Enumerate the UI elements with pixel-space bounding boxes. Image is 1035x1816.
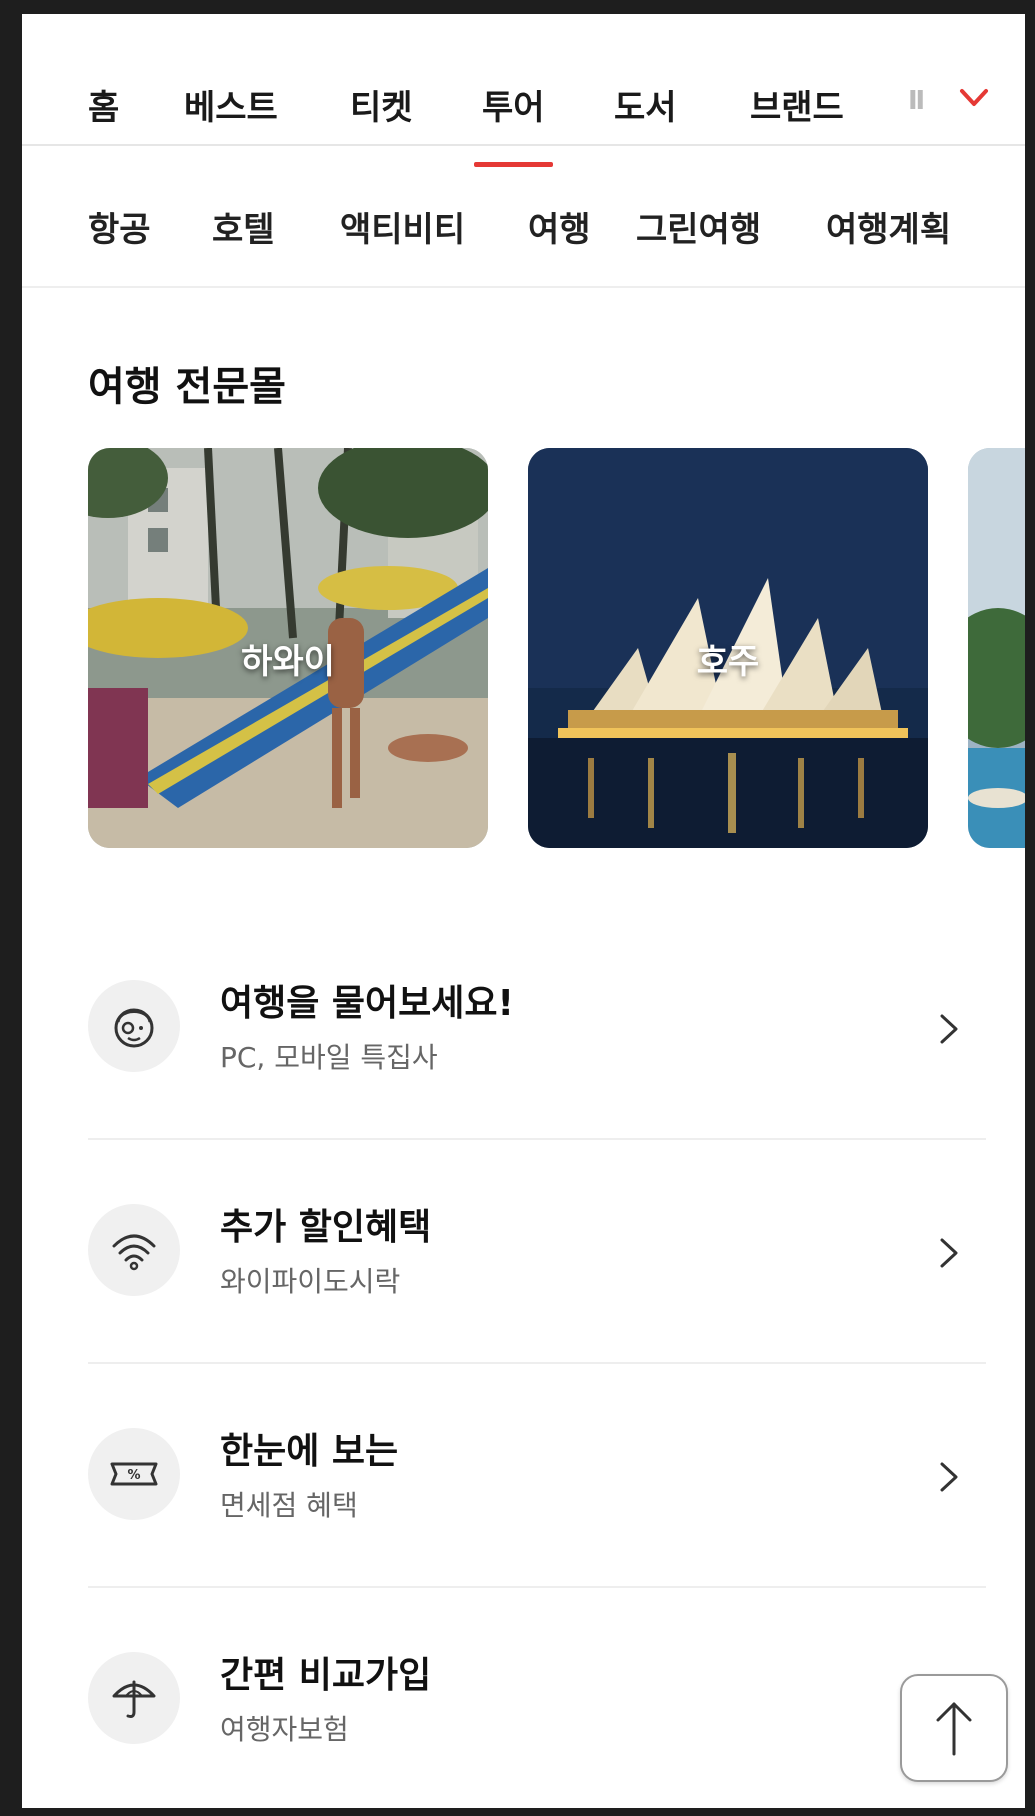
list-item-subtitle: 면세점 혜택 xyxy=(220,1489,358,1522)
app-screen: 홈 베스트 티켓 투어 도서 브랜드 Ⅱ 항공 호텔 액티비티 여행 그린여행 … xyxy=(22,14,1025,1808)
sub-item-green-travel[interactable]: 그린여행 xyxy=(636,202,761,251)
scroll-to-top-button[interactable] xyxy=(900,1674,1008,1782)
destination-card-hawaii[interactable]: 하와이 xyxy=(88,448,488,848)
list-item-title: 추가 할인혜택 xyxy=(220,1207,432,1248)
top-category-nav: 홈 베스트 티켓 투어 도서 브랜드 Ⅱ xyxy=(22,14,1025,167)
divider xyxy=(88,1586,986,1588)
sub-item-hotel[interactable]: 호텔 xyxy=(212,202,275,251)
list-item-ask-travel[interactable]: 여행을 물어보세요! PC, 모바일 특집사 xyxy=(88,938,986,1118)
card-label: 하와이 xyxy=(241,642,335,682)
list-item-insurance[interactable]: 간편 비교가입 여행자보험 xyxy=(88,1610,986,1790)
resort-pool-image xyxy=(968,448,1025,848)
tab-best[interactable]: 베스트 xyxy=(184,80,278,129)
tab-books[interactable]: 도서 xyxy=(614,80,677,129)
tab-tour[interactable]: 투어 xyxy=(474,80,553,167)
arrow-up-icon xyxy=(936,1702,972,1756)
card-label: 호주 xyxy=(696,642,760,682)
chevron-right-icon xyxy=(940,1014,958,1044)
tab-overflow-cut[interactable]: Ⅱ xyxy=(908,86,925,116)
divider xyxy=(88,1138,986,1140)
umbrella-icon xyxy=(88,1652,180,1744)
sub-category-nav: 항공 호텔 액티비티 여행 그린여행 여행계획 xyxy=(22,146,1025,288)
chevron-down-icon[interactable] xyxy=(954,78,994,118)
destination-card-partial[interactable] xyxy=(968,448,1025,848)
divider xyxy=(88,1362,986,1364)
sub-item-activity[interactable]: 액티비티 xyxy=(340,202,465,251)
list-item-title: 여행을 물어보세요! xyxy=(220,983,514,1024)
chevron-right-icon xyxy=(940,1238,958,1268)
percent-ticket-icon: % xyxy=(88,1428,180,1520)
list-item-title: 간편 비교가입 xyxy=(220,1655,432,1696)
list-item-subtitle: 여행자보험 xyxy=(220,1713,349,1746)
list-item-subtitle: 와이파이도시락 xyxy=(220,1265,401,1298)
list-item-subtitle: PC, 모바일 특집사 xyxy=(220,1041,438,1074)
sub-item-flight[interactable]: 항공 xyxy=(88,202,151,251)
sub-item-travel[interactable]: 여행 xyxy=(528,202,591,251)
tab-ticket[interactable]: 티켓 xyxy=(350,80,413,129)
list-item-duty-free[interactable]: % 한눈에 보는 면세점 혜택 xyxy=(88,1386,986,1566)
list-item-title: 한눈에 보는 xyxy=(220,1431,399,1472)
tab-brand[interactable]: 브랜드 xyxy=(750,80,844,129)
wifi-icon xyxy=(88,1204,180,1296)
face-icon xyxy=(88,980,180,1072)
section-title: 여행 전문몰 xyxy=(88,364,286,410)
svg-text:%: % xyxy=(127,1468,140,1483)
tab-home[interactable]: 홈 xyxy=(88,80,119,129)
list-item-extra-discount[interactable]: 추가 할인혜택 와이파이도시락 xyxy=(88,1162,986,1342)
chevron-right-icon xyxy=(940,1462,958,1492)
destination-card-australia[interactable]: 호주 xyxy=(528,448,928,848)
sub-item-travel-plan[interactable]: 여행계획 xyxy=(826,202,951,251)
